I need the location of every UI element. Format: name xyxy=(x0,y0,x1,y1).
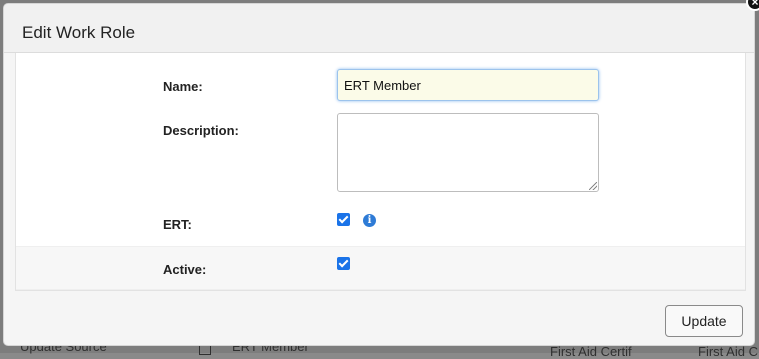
background-first-aid-text-1: First Aid Certif xyxy=(550,344,632,359)
info-icon[interactable]: i xyxy=(363,214,376,227)
description-label: Description: xyxy=(163,123,239,138)
edit-work-role-dialog: Edit Work Role Name: Description: ERT: i… xyxy=(3,3,755,346)
background-edit-icon xyxy=(199,345,211,355)
background-first-aid-text-2: First Aid C xyxy=(698,344,758,359)
active-checkbox[interactable] xyxy=(337,257,350,270)
textarea-resize-handle[interactable] xyxy=(589,182,597,190)
update-button[interactable]: Update xyxy=(665,305,743,337)
active-label: Active: xyxy=(163,262,207,277)
dialog-header: Edit Work Role xyxy=(4,4,754,53)
name-label: Name: xyxy=(163,79,203,94)
dialog-title: Edit Work Role xyxy=(22,23,136,42)
active-row xyxy=(16,246,745,290)
ert-checkbox[interactable] xyxy=(337,213,350,226)
name-input[interactable] xyxy=(337,69,599,101)
ert-label: ERT: xyxy=(163,217,192,232)
description-textarea[interactable] xyxy=(337,113,599,192)
dialog-body: Name: Description: ERT: i Active: xyxy=(15,53,746,291)
